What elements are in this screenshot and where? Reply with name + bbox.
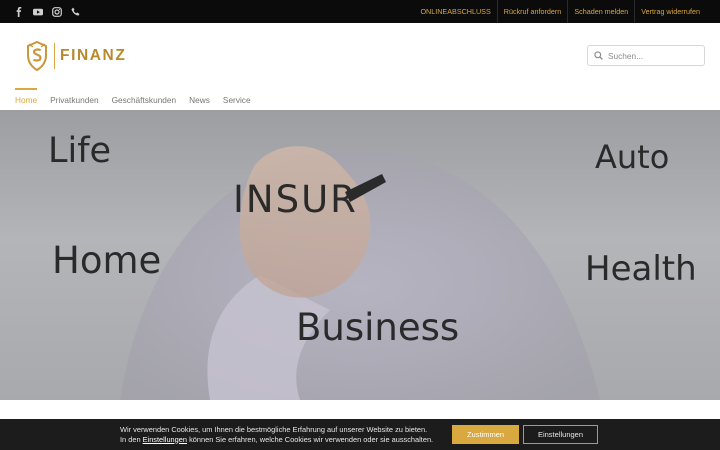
cookie-settings-link[interactable]: Einstellungen xyxy=(143,435,187,444)
hero-word-insur: INSUR xyxy=(233,178,358,221)
shield-logo-icon xyxy=(27,41,47,71)
top-link-onlineabschluss[interactable]: ONLINEABSCHLUSS xyxy=(414,0,496,23)
cookie-text-line2: In den Einstellungen können Sie erfahren… xyxy=(120,435,450,445)
phone-icon[interactable] xyxy=(71,7,81,17)
main-nav: Home Privatkunden Geschäftskunden News S… xyxy=(15,88,251,105)
hero-image: Life Auto INSUR Home Health Business xyxy=(0,110,720,400)
top-link-schaden-melden[interactable]: Schaden melden xyxy=(567,0,634,23)
cookie-accept-button[interactable]: Zustimmen xyxy=(452,425,519,444)
hero-word-auto: Auto xyxy=(595,138,669,176)
content-spacer xyxy=(0,400,720,419)
hero-words: Life Auto INSUR Home Health Business xyxy=(48,131,697,349)
hero-word-business: Business xyxy=(296,306,459,349)
search-input[interactable] xyxy=(608,50,698,61)
nav-geschaeftskunden[interactable]: Geschäftskunden xyxy=(112,90,177,105)
youtube-icon[interactable] xyxy=(33,7,43,17)
hero-word-life: Life xyxy=(48,131,111,171)
logo-separator xyxy=(54,43,55,69)
cookie-text-suffix: können Sie erfahren, welche Cookies wir … xyxy=(189,434,434,444)
top-link-vertrag-widerrufen[interactable]: Vertrag widerrufen xyxy=(634,0,706,23)
cookie-settings-button[interactable]: Einstellungen xyxy=(523,425,598,444)
search-box[interactable] xyxy=(587,45,705,66)
site-header: FINANZ Home Privatkunden Geschäftskunden… xyxy=(0,23,720,110)
logo[interactable]: FINANZ xyxy=(26,39,126,73)
top-bar: ONLINEABSCHLUSS Rückruf anfordern Schade… xyxy=(0,0,720,23)
top-links: ONLINEABSCHLUSS Rückruf anfordern Schade… xyxy=(414,0,706,23)
nav-home[interactable]: Home xyxy=(15,88,38,105)
social-links xyxy=(14,0,81,23)
instagram-icon[interactable] xyxy=(52,6,62,17)
logo-text: FINANZ xyxy=(60,47,127,64)
nav-service[interactable]: Service xyxy=(223,90,251,105)
hero-word-home: Home xyxy=(52,239,161,282)
hero-word-health: Health xyxy=(585,249,697,289)
cookie-banner: Wir verwenden Cookies, um Ihnen die best… xyxy=(0,419,720,450)
nav-privatkunden[interactable]: Privatkunden xyxy=(50,90,98,105)
facebook-icon[interactable] xyxy=(14,6,24,17)
top-link-rueckruf[interactable]: Rückruf anfordern xyxy=(496,0,568,23)
nav-news[interactable]: News xyxy=(189,90,210,105)
cookie-text-prefix: In den xyxy=(120,434,141,444)
search-icon xyxy=(594,51,603,60)
cookie-text-line1: Wir verwenden Cookies, um Ihnen die best… xyxy=(120,425,428,434)
cookie-text: Wir verwenden Cookies, um Ihnen die best… xyxy=(120,425,450,444)
